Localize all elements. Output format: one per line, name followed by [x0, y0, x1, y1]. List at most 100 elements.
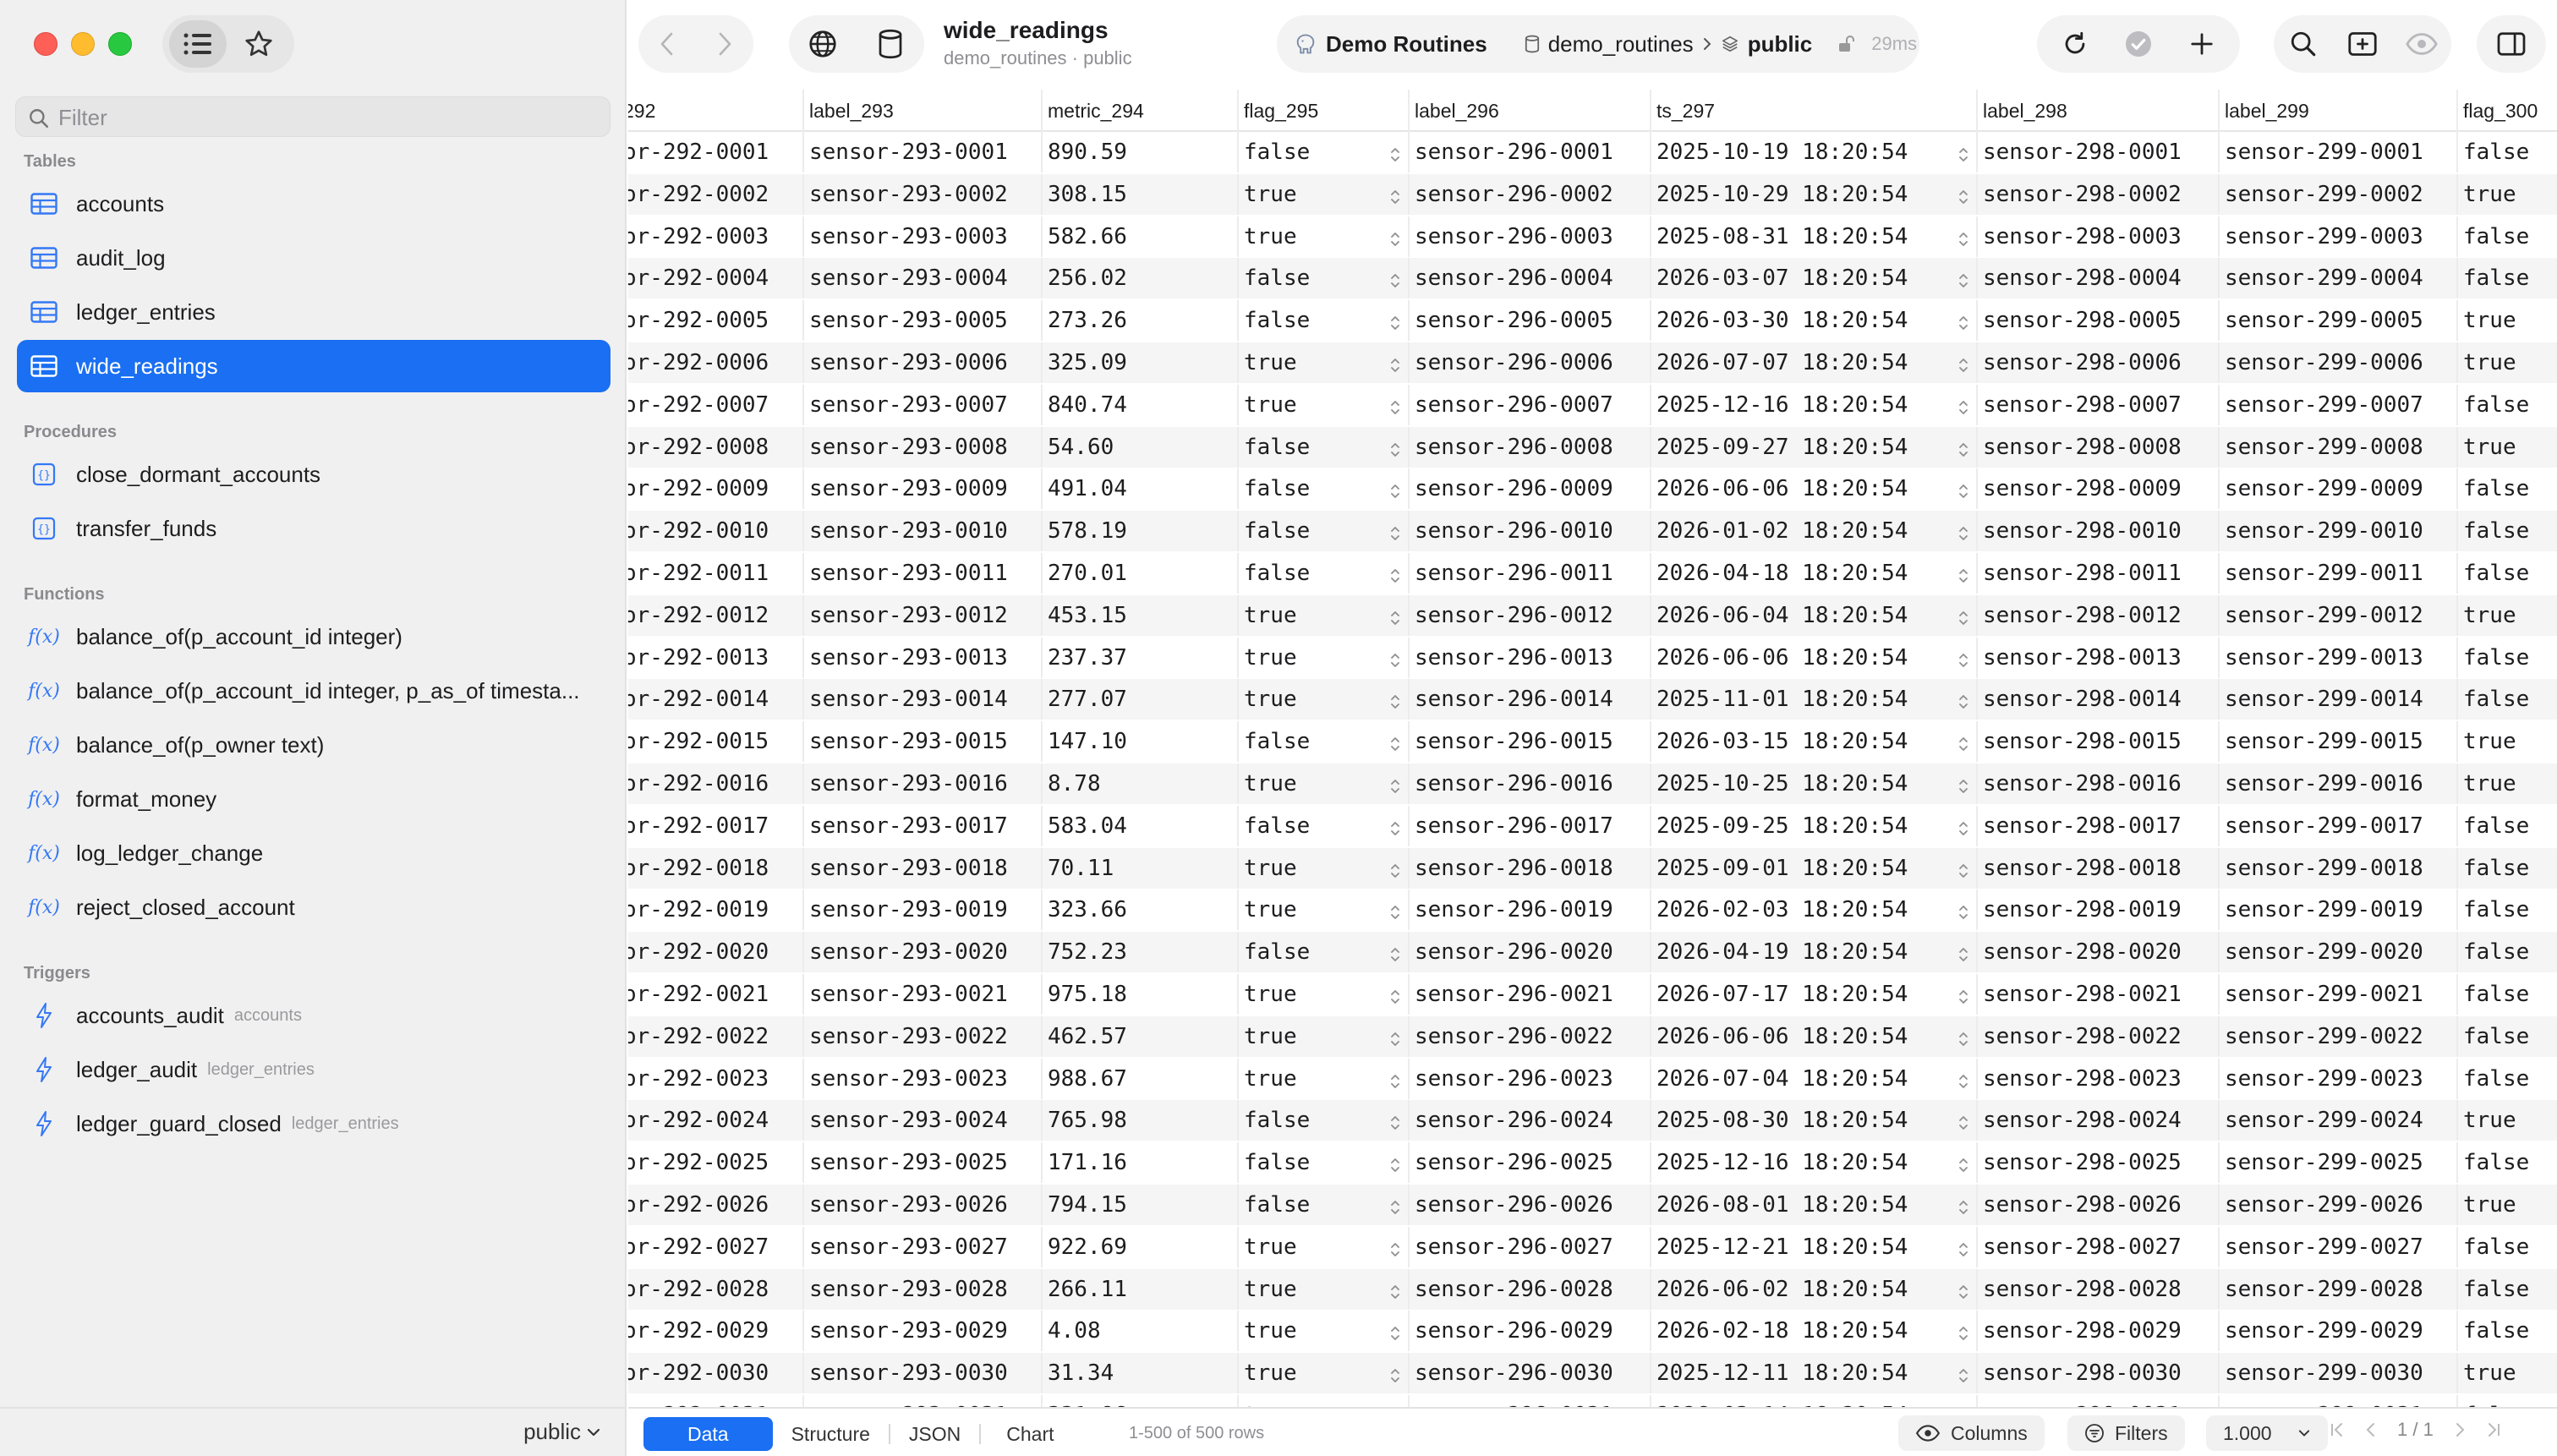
table-cell[interactable]: or-292-0024 — [628, 1100, 804, 1141]
table-cell[interactable]: false — [2458, 1059, 2557, 1099]
table-cell[interactable]: sensor-299-0024 — [2220, 1100, 2458, 1141]
table-cell[interactable]: sensor-296-0013 — [1410, 637, 1651, 678]
table-cell[interactable]: false — [2458, 974, 2557, 1015]
cell-stepper-icon[interactable] — [1957, 270, 1969, 295]
sidebar-item-trigger[interactable]: ledger_guard_closed ledger_entries — [17, 1097, 611, 1150]
table-cell[interactable]: 2026-02-18 18:20:54 — [1651, 1311, 1978, 1352]
table-cell[interactable]: sensor-298-0031 — [1978, 1395, 2220, 1407]
table-cell[interactable]: true — [1239, 594, 1410, 636]
table-cell[interactable]: sensor-298-0009 — [1978, 468, 2220, 510]
cell-stepper-icon[interactable] — [1389, 691, 1401, 716]
table-cell[interactable]: sensor-298-0007 — [1978, 384, 2220, 425]
table-cell[interactable]: sensor-299-0019 — [2220, 889, 2458, 931]
cell-stepper-icon[interactable] — [1389, 144, 1401, 169]
table-cell[interactable]: 4.08 — [1043, 1311, 1239, 1352]
table-cell[interactable]: 2026-07-07 18:20:54 — [1651, 342, 1978, 383]
sidebar-item-accounts[interactable]: accounts — [17, 178, 611, 230]
list-view-button[interactable] — [169, 20, 227, 68]
table-cell[interactable]: sensor-293-0002 — [804, 173, 1043, 215]
cell-stepper-icon[interactable] — [1389, 649, 1401, 675]
table-cell[interactable]: sensor-293-0004 — [804, 258, 1043, 299]
table-cell[interactable]: true — [1239, 637, 1410, 678]
table-cell[interactable]: sensor-298-0011 — [1978, 553, 2220, 594]
table-cell[interactable]: sensor-293-0014 — [804, 679, 1043, 720]
table-cell[interactable]: sensor-293-0016 — [804, 764, 1043, 804]
cell-stepper-icon[interactable] — [1389, 565, 1401, 590]
cell-stepper-icon[interactable] — [1957, 1070, 1969, 1096]
table-cell[interactable]: sensor-299-0026 — [2220, 1185, 2458, 1225]
table-row[interactable]: or-292-0008 sensor-293-0008 54.60 false sens… — [628, 426, 2557, 468]
table-cell[interactable]: sensor-298-0017 — [1978, 805, 2220, 846]
table-cell[interactable]: true — [1239, 1395, 1410, 1407]
table-cell[interactable]: sensor-293-0021 — [804, 974, 1043, 1015]
table-cell[interactable]: sensor-299-0006 — [2220, 342, 2458, 383]
next-page-icon[interactable] — [2454, 1421, 2466, 1438]
table-cell[interactable]: true — [2458, 1100, 2557, 1141]
table-cell[interactable]: 462.57 — [1043, 1015, 1239, 1057]
table-cell[interactable]: sensor-293-0019 — [804, 889, 1043, 931]
cell-stepper-icon[interactable] — [1389, 1070, 1401, 1096]
table-cell[interactable]: 70.11 — [1043, 847, 1239, 889]
table-cell[interactable]: false — [2458, 132, 2557, 172]
table-cell[interactable]: sensor-298-0030 — [1978, 1353, 2220, 1394]
table-cell[interactable]: or-292-0002 — [628, 173, 804, 215]
table-cell[interactable]: or-292-0027 — [628, 1226, 804, 1267]
table-cell[interactable]: sensor-296-0025 — [1410, 1142, 1651, 1184]
table-cell[interactable]: sensor-293-0012 — [804, 594, 1043, 636]
table-cell[interactable]: true — [1239, 384, 1410, 425]
table-cell[interactable]: 2025-10-29 18:20:54 — [1651, 173, 1978, 215]
table-cell[interactable]: sensor-296-0024 — [1410, 1100, 1651, 1141]
filter-input[interactable] — [58, 102, 600, 133]
table-cell[interactable]: sensor-293-0011 — [804, 553, 1043, 594]
table-cell[interactable]: true — [2458, 174, 2557, 215]
table-row[interactable]: or-292-0006 sensor-293-0006 325.09 true sens… — [628, 342, 2557, 383]
table-cell[interactable]: 2026-04-18 18:20:54 — [1651, 553, 1978, 594]
sidebar-item-audit-log[interactable]: audit_log — [17, 232, 611, 284]
cell-stepper-icon[interactable] — [1389, 1281, 1401, 1306]
table-cell[interactable]: 2026-03-07 18:20:54 — [1651, 258, 1978, 299]
table-cell[interactable]: false — [1239, 553, 1410, 594]
cell-stepper-icon[interactable] — [1389, 733, 1401, 758]
table-cell[interactable]: sensor-293-0015 — [804, 721, 1043, 763]
cell-stepper-icon[interactable] — [1389, 186, 1401, 211]
table-cell[interactable]: sensor-296-0014 — [1410, 679, 1651, 720]
table-cell[interactable]: true — [1239, 764, 1410, 804]
table-cell[interactable]: or-292-0018 — [628, 847, 804, 889]
close-window-button[interactable] — [34, 32, 57, 56]
table-cell[interactable]: or-292-0015 — [628, 721, 804, 763]
table-row[interactable]: or-292-0021 sensor-293-0021 975.18 true sens… — [628, 974, 2557, 1015]
table-cell[interactable]: true — [1239, 173, 1410, 215]
table-cell[interactable]: 2026-01-02 18:20:54 — [1651, 511, 1978, 552]
table-cell[interactable]: or-292-0012 — [628, 594, 804, 636]
cell-stepper-icon[interactable] — [1957, 1281, 1969, 1306]
cell-stepper-icon[interactable] — [1389, 1196, 1401, 1222]
table-cell[interactable]: sensor-293-0013 — [804, 637, 1043, 678]
cell-stepper-icon[interactable] — [1957, 986, 1969, 1011]
table-cell[interactable]: sensor-298-0018 — [1978, 847, 2220, 889]
table-cell[interactable]: or-292-0008 — [628, 426, 804, 468]
table-cell[interactable]: or-292-0028 — [628, 1268, 804, 1310]
table-cell[interactable]: true — [2458, 300, 2557, 341]
table-cell[interactable]: sensor-299-0021 — [2220, 974, 2458, 1015]
table-cell[interactable]: true — [1239, 1226, 1410, 1267]
table-cell[interactable]: sensor-293-0010 — [804, 511, 1043, 552]
table-cell[interactable]: sensor-299-0005 — [2220, 300, 2458, 342]
table-cell[interactable]: true — [1239, 889, 1410, 931]
table-cell[interactable]: true — [2458, 427, 2557, 468]
table-cell[interactable]: sensor-296-0001 — [1410, 132, 1651, 172]
sidebar-item-function[interactable]: f(x) format_money — [17, 773, 611, 825]
tab-data[interactable]: Data — [643, 1417, 773, 1451]
table-cell[interactable]: false — [2458, 258, 2557, 298]
table-cell[interactable]: sensor-299-0028 — [2220, 1268, 2458, 1310]
table-cell[interactable]: 273.26 — [1043, 300, 1239, 342]
cell-stepper-icon[interactable] — [1957, 733, 1969, 758]
cell-stepper-icon[interactable] — [1389, 1028, 1401, 1054]
table-cell[interactable]: false — [2458, 806, 2557, 846]
cell-stepper-icon[interactable] — [1957, 439, 1969, 464]
table-row[interactable]: or-292-0004 sensor-293-0004 256.02 false sen… — [628, 258, 2557, 299]
column-header[interactable]: label_293 — [804, 90, 1043, 132]
table-cell[interactable]: 890.59 — [1043, 132, 1239, 172]
cell-stepper-icon[interactable] — [1389, 944, 1401, 969]
table-cell[interactable]: true — [2458, 1353, 2557, 1393]
table-cell[interactable]: sensor-296-0007 — [1410, 384, 1651, 425]
